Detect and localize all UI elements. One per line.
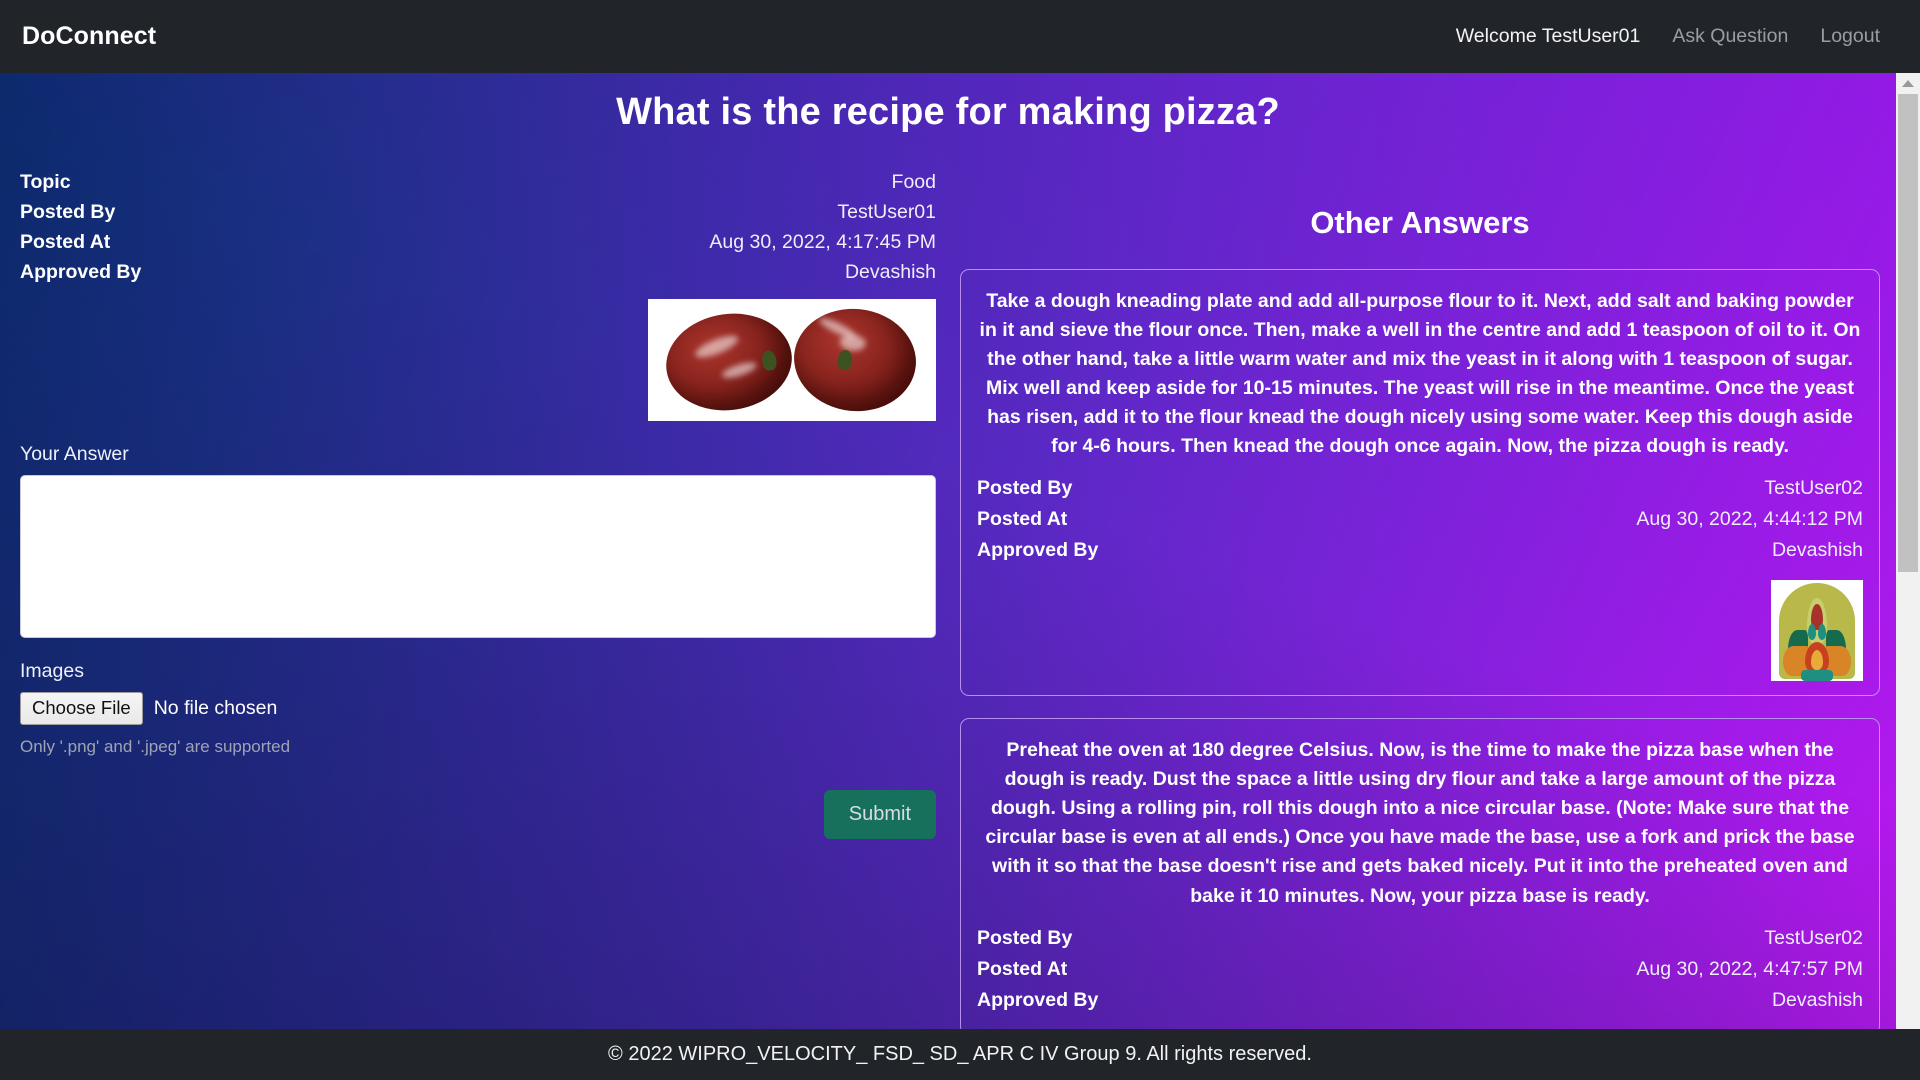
- answer-meta-label-posted-at: Posted At: [977, 957, 1068, 980]
- other-answers-heading: Other Answers: [1310, 205, 1530, 240]
- answer-meta-row-posted-by: Posted By TestUser02: [977, 477, 1863, 508]
- page-footer: © 2022 WIPRO_VELOCITY_ FSD_ SD_ APR C IV…: [0, 1029, 1920, 1080]
- meta-value-posted-at: Aug 30, 2022, 4:17:45 PM: [709, 231, 936, 253]
- meta-value-approved-by: Devashish: [844, 261, 936, 283]
- ornament-flame-inner: [1811, 650, 1823, 671]
- top-navbar: DoConnect Welcome TestUser01 Ask Questio…: [0, 0, 1920, 73]
- question-attachment-image[interactable]: [648, 299, 936, 421]
- answer-meta-row-posted-by: Posted By TestUser02: [977, 927, 1863, 958]
- meta-value-topic: Food: [891, 171, 936, 193]
- file-type-hint: Only '.png' and '.jpeg' are supported: [20, 737, 291, 757]
- submit-row: Submit: [20, 790, 936, 840]
- answer-card[interactable]: Preheat the oven at 180 degree Celsius. …: [960, 718, 1880, 1029]
- question-meta-row-posted-at: Posted At Aug 30, 2022, 4:17:45 PM: [20, 231, 936, 261]
- ornament-base-shape: [1801, 670, 1833, 682]
- question-image-container: [20, 299, 936, 421]
- ornament-leaf: [1808, 624, 1816, 641]
- page-scroll-viewport: What is the recipe for making pizza? Top…: [0, 73, 1920, 1029]
- selected-file-name: No file chosen: [153, 697, 278, 720]
- answer-meta-label-posted-by: Posted By: [977, 477, 1073, 500]
- answer-meta-value-posted-at: Aug 30, 2022, 4:47:57 PM: [1636, 957, 1863, 980]
- answer-meta-row-approved-by: Approved By Devashish: [977, 989, 1863, 1020]
- answer-meta-row-posted-at: Posted At Aug 30, 2022, 4:44:12 PM: [977, 508, 1863, 539]
- file-input-row: Choose File No file chosen: [20, 692, 936, 726]
- answer-meta-value-approved-by: Devashish: [1771, 988, 1863, 1011]
- answer-meta-row-posted-at: Posted At Aug 30, 2022, 4:47:57 PM: [977, 958, 1863, 989]
- your-answer-label: Your Answer: [20, 443, 129, 465]
- answer-card[interactable]: Take a dough kneading plate and add all-…: [960, 269, 1880, 697]
- meta-label-posted-by: Posted By: [20, 201, 116, 223]
- page-content: What is the recipe for making pizza? Top…: [0, 73, 1896, 1029]
- question-meta-row-posted-by: Posted By TestUser01: [20, 201, 936, 231]
- answer-meta-label-posted-by: Posted By: [977, 926, 1073, 949]
- scroll-up-arrow-icon[interactable]: [1896, 73, 1920, 93]
- submit-button[interactable]: Submit: [823, 790, 936, 840]
- answer-meta-value-posted-by: TestUser02: [1764, 926, 1863, 949]
- answer-meta-label-posted-at: Posted At: [977, 508, 1068, 531]
- footer-copyright-text: © 2022 WIPRO_VELOCITY_ FSD_ SD_ APR C IV…: [608, 1043, 1312, 1065]
- images-label: Images: [20, 660, 84, 682]
- answer-meta-value-posted-by: TestUser02: [1764, 477, 1863, 500]
- answer-meta-value-posted-at: Aug 30, 2022, 4:44:12 PM: [1636, 508, 1863, 531]
- welcome-user-label: Welcome TestUser01: [1455, 25, 1641, 47]
- scrollbar-thumb[interactable]: [1898, 94, 1918, 572]
- question-detail-column: Topic Food Posted By TestUser01 Posted A…: [20, 171, 936, 840]
- nav-link-logout[interactable]: Logout: [1804, 25, 1896, 48]
- fruit-highlight: [817, 314, 858, 342]
- answer-meta-label-approved-by: Approved By: [977, 988, 1099, 1011]
- meta-label-posted-at: Posted At: [20, 231, 111, 253]
- answer-image-container: [977, 580, 1863, 682]
- fruit-shape-right: [789, 302, 921, 418]
- answer-attachment-image[interactable]: [1771, 580, 1863, 682]
- answer-textarea[interactable]: [20, 475, 936, 638]
- nav-link-ask-question[interactable]: Ask Question: [1656, 25, 1804, 48]
- navbar-links: Welcome TestUser01 Ask Question Logout: [1440, 25, 1896, 48]
- page-scrollbar[interactable]: [1896, 73, 1920, 1029]
- question-title: What is the recipe for making pizza?: [616, 91, 1280, 133]
- brand-logo[interactable]: DoConnect: [22, 22, 156, 51]
- question-meta-row-approved-by: Approved By Devashish: [20, 261, 936, 291]
- ornament-leaf: [1818, 624, 1826, 641]
- meta-label-approved-by: Approved By: [20, 261, 142, 283]
- fruit-highlight: [692, 331, 741, 362]
- answer-meta-row-approved-by: Approved By Devashish: [977, 539, 1863, 570]
- answer-body-text: Take a dough kneading plate and add all-…: [979, 290, 1861, 458]
- fruit-stem-icon: [836, 349, 853, 371]
- other-answers-column: Other Answers Take a dough kneading plat…: [960, 205, 1880, 1029]
- fruit-stem-icon: [760, 349, 778, 372]
- answer-meta-value-approved-by: Devashish: [1771, 539, 1863, 562]
- answer-meta-label-approved-by: Approved By: [977, 539, 1099, 562]
- question-meta-row-topic: Topic Food: [20, 171, 936, 201]
- fruit-highlight: [720, 359, 759, 381]
- meta-value-posted-by: TestUser01: [837, 201, 936, 223]
- meta-label-topic: Topic: [20, 171, 71, 193]
- fruit-shape-left: [659, 305, 799, 419]
- choose-file-button[interactable]: Choose File: [20, 692, 143, 726]
- answer-body-text: Preheat the oven at 180 degree Celsius. …: [985, 739, 1855, 907]
